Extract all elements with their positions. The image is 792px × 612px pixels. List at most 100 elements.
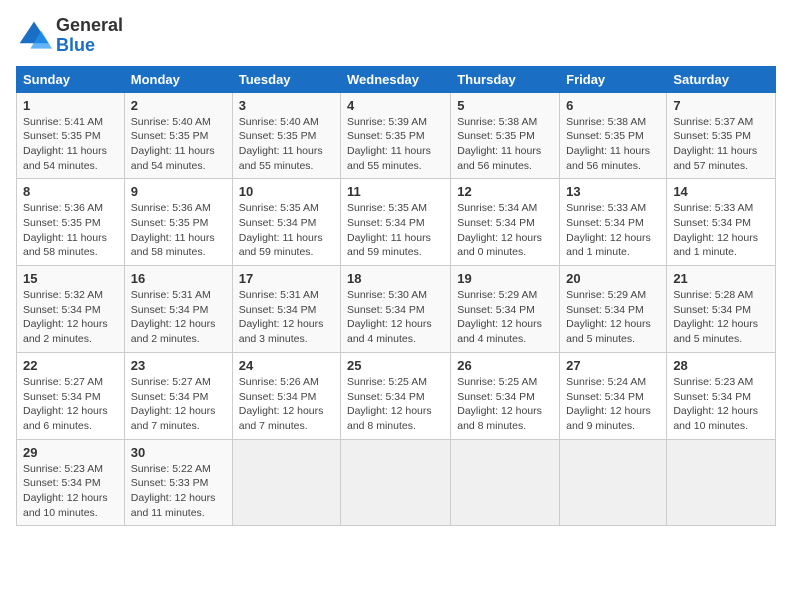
calendar-cell: 11 Sunrise: 5:35 AMSunset: 5:34 PMDayligh… [341, 179, 451, 266]
day-number: 25 [347, 358, 444, 373]
calendar-cell: 21Sunrise: 5:28 AMSunset: 5:34 PMDayligh… [667, 266, 776, 353]
calendar-cell: 18Sunrise: 5:30 AMSunset: 5:34 PMDayligh… [341, 266, 451, 353]
day-info: Sunrise: 5:36 AMSunset: 5:35 PMDaylight:… [23, 201, 118, 260]
day-number: 4 [347, 98, 444, 113]
calendar-week-row: 22 Sunrise: 5:27 AMSunset: 5:34 PMDayligh… [17, 352, 776, 439]
header-thursday: Thursday [451, 66, 560, 92]
calendar-cell: 26Sunrise: 5:25 AMSunset: 5:34 PMDayligh… [451, 352, 560, 439]
day-number: 11 [347, 184, 444, 199]
calendar-cell: 1 Sunrise: 5:41 AMSunset: 5:35 PMDaylight… [17, 92, 125, 179]
day-info: Sunrise: 5:40 AMSunset: 5:35 PMDaylight:… [239, 115, 334, 174]
day-info: Sunrise: 5:35 AMSunset: 5:34 PMDaylight:… [347, 201, 444, 260]
calendar-cell: 16 Sunrise: 5:31 AMSunset: 5:34 PMDayligh… [124, 266, 232, 353]
calendar-cell: 10Sunrise: 5:35 AMSunset: 5:34 PMDayligh… [232, 179, 340, 266]
calendar-cell: 19Sunrise: 5:29 AMSunset: 5:34 PMDayligh… [451, 266, 560, 353]
day-number: 5 [457, 98, 553, 113]
calendar-cell: 14 Sunrise: 5:33 AMSunset: 5:34 PMDayligh… [667, 179, 776, 266]
day-number: 13 [566, 184, 660, 199]
day-number: 8 [23, 184, 118, 199]
calendar-cell [232, 439, 340, 526]
day-info: Sunrise: 5:36 AMSunset: 5:35 PMDaylight:… [131, 201, 226, 260]
day-number: 27 [566, 358, 660, 373]
day-info: Sunrise: 5:33 AMSunset: 5:34 PMDaylight:… [566, 201, 660, 260]
calendar-cell: 24 Sunrise: 5:26 AMSunset: 5:34 PMDayligh… [232, 352, 340, 439]
day-number: 10 [239, 184, 334, 199]
logo-text: General Blue [56, 16, 123, 56]
calendar-cell: 4 Sunrise: 5:39 AMSunset: 5:35 PMDaylight… [341, 92, 451, 179]
calendar-cell: 13 Sunrise: 5:33 AMSunset: 5:34 PMDayligh… [560, 179, 667, 266]
weekday-header-row: Sunday Monday Tuesday Wednesday Thursday… [17, 66, 776, 92]
day-number: 17 [239, 271, 334, 286]
calendar-cell: 17 Sunrise: 5:31 AMSunset: 5:34 PMDayligh… [232, 266, 340, 353]
day-number: 22 [23, 358, 118, 373]
day-info: Sunrise: 5:23 AMSunset: 5:34 PMDaylight:… [673, 375, 769, 434]
day-info: Sunrise: 5:40 AMSunset: 5:35 PMDaylight:… [131, 115, 226, 174]
day-number: 3 [239, 98, 334, 113]
day-number: 16 [131, 271, 226, 286]
calendar-cell: 8 Sunrise: 5:36 AMSunset: 5:35 PMDaylight… [17, 179, 125, 266]
day-number: 30 [131, 445, 226, 460]
day-info: Sunrise: 5:23 AMSunset: 5:34 PMDaylight:… [23, 462, 118, 521]
calendar-cell: 12 Sunrise: 5:34 AMSunset: 5:34 PMDayligh… [451, 179, 560, 266]
calendar-cell: 25 Sunrise: 5:25 AMSunset: 5:34 PMDayligh… [341, 352, 451, 439]
day-number: 29 [23, 445, 118, 460]
day-number: 1 [23, 98, 118, 113]
day-info: Sunrise: 5:25 AMSunset: 5:34 PMDaylight:… [457, 375, 553, 434]
calendar-cell: 22 Sunrise: 5:27 AMSunset: 5:34 PMDayligh… [17, 352, 125, 439]
header-tuesday: Tuesday [232, 66, 340, 92]
day-number: 23 [131, 358, 226, 373]
calendar-cell: 27 Sunrise: 5:24 AMSunset: 5:34 PMDayligh… [560, 352, 667, 439]
day-number: 2 [131, 98, 226, 113]
calendar-cell [451, 439, 560, 526]
page-header: General Blue [16, 16, 776, 56]
day-info: Sunrise: 5:27 AMSunset: 5:34 PMDaylight:… [131, 375, 226, 434]
day-info: Sunrise: 5:33 AMSunset: 5:34 PMDaylight:… [673, 201, 769, 260]
day-info: Sunrise: 5:32 AMSunset: 5:34 PMDaylight:… [23, 288, 118, 347]
calendar-cell: 29 Sunrise: 5:23 AMSunset: 5:34 PMDayligh… [17, 439, 125, 526]
day-info: Sunrise: 5:26 AMSunset: 5:34 PMDaylight:… [239, 375, 334, 434]
calendar-table: Sunday Monday Tuesday Wednesday Thursday… [16, 66, 776, 527]
calendar-cell: 9Sunrise: 5:36 AMSunset: 5:35 PMDaylight… [124, 179, 232, 266]
day-info: Sunrise: 5:25 AMSunset: 5:34 PMDaylight:… [347, 375, 444, 434]
day-info: Sunrise: 5:38 AMSunset: 5:35 PMDaylight:… [457, 115, 553, 174]
day-info: Sunrise: 5:22 AMSunset: 5:33 PMDaylight:… [131, 462, 226, 521]
logo-icon [16, 18, 52, 54]
calendar-cell [667, 439, 776, 526]
day-info: Sunrise: 5:29 AMSunset: 5:34 PMDaylight:… [566, 288, 660, 347]
calendar-cell: 23 Sunrise: 5:27 AMSunset: 5:34 PMDayligh… [124, 352, 232, 439]
day-info: Sunrise: 5:24 AMSunset: 5:34 PMDaylight:… [566, 375, 660, 434]
header-saturday: Saturday [667, 66, 776, 92]
day-number: 19 [457, 271, 553, 286]
calendar-week-row: 1 Sunrise: 5:41 AMSunset: 5:35 PMDaylight… [17, 92, 776, 179]
day-info: Sunrise: 5:28 AMSunset: 5:34 PMDaylight:… [673, 288, 769, 347]
calendar-cell: 3 Sunrise: 5:40 AMSunset: 5:35 PMDaylight… [232, 92, 340, 179]
day-info: Sunrise: 5:27 AMSunset: 5:34 PMDaylight:… [23, 375, 118, 434]
day-info: Sunrise: 5:37 AMSunset: 5:35 PMDaylight:… [673, 115, 769, 174]
calendar-cell: 2 Sunrise: 5:40 AMSunset: 5:35 PMDaylight… [124, 92, 232, 179]
day-info: Sunrise: 5:31 AMSunset: 5:34 PMDaylight:… [239, 288, 334, 347]
day-info: Sunrise: 5:39 AMSunset: 5:35 PMDaylight:… [347, 115, 444, 174]
day-info: Sunrise: 5:34 AMSunset: 5:34 PMDaylight:… [457, 201, 553, 260]
calendar-cell: 7Sunrise: 5:37 AMSunset: 5:35 PMDaylight… [667, 92, 776, 179]
calendar-cell: 30 Sunrise: 5:22 AMSunset: 5:33 PMDayligh… [124, 439, 232, 526]
calendar-cell: 20Sunrise: 5:29 AMSunset: 5:34 PMDayligh… [560, 266, 667, 353]
calendar-cell: 6 Sunrise: 5:38 AMSunset: 5:35 PMDaylight… [560, 92, 667, 179]
day-number: 6 [566, 98, 660, 113]
calendar-cell: 5 Sunrise: 5:38 AMSunset: 5:35 PMDaylight… [451, 92, 560, 179]
calendar-week-row: 15 Sunrise: 5:32 AMSunset: 5:34 PMDayligh… [17, 266, 776, 353]
day-number: 28 [673, 358, 769, 373]
day-info: Sunrise: 5:31 AMSunset: 5:34 PMDaylight:… [131, 288, 226, 347]
day-info: Sunrise: 5:38 AMSunset: 5:35 PMDaylight:… [566, 115, 660, 174]
day-number: 12 [457, 184, 553, 199]
header-wednesday: Wednesday [341, 66, 451, 92]
day-number: 24 [239, 358, 334, 373]
header-monday: Monday [124, 66, 232, 92]
day-info: Sunrise: 5:41 AMSunset: 5:35 PMDaylight:… [23, 115, 118, 174]
calendar-cell [560, 439, 667, 526]
day-info: Sunrise: 5:30 AMSunset: 5:34 PMDaylight:… [347, 288, 444, 347]
header-sunday: Sunday [17, 66, 125, 92]
calendar-week-row: 29 Sunrise: 5:23 AMSunset: 5:34 PMDayligh… [17, 439, 776, 526]
day-number: 15 [23, 271, 118, 286]
calendar-cell [341, 439, 451, 526]
day-number: 14 [673, 184, 769, 199]
